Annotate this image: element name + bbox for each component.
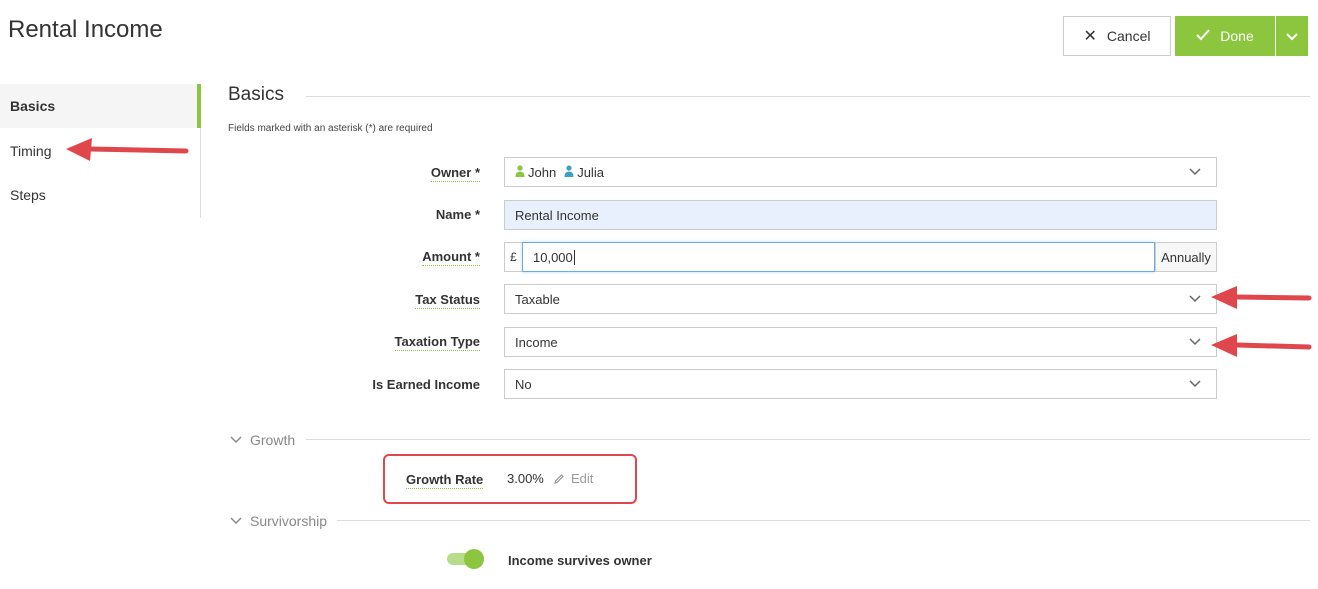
- name-label: Name *: [435, 207, 480, 222]
- growth-rate-label: Growth Rate: [406, 472, 484, 489]
- cancel-label: Cancel: [1106, 28, 1151, 44]
- taxation-type-value: Income: [515, 334, 558, 350]
- chevron-down-icon: [230, 517, 242, 525]
- sidebar-item-steps[interactable]: Steps: [0, 173, 199, 217]
- amount-value: 10,000: [533, 249, 573, 265]
- annotation-arrow-icon: [66, 138, 189, 161]
- name-value: Rental Income: [515, 207, 599, 223]
- annotation-arrow-icon: [1211, 286, 1312, 309]
- chevron-down-icon: [1286, 28, 1298, 44]
- text-cursor: [573, 249, 575, 265]
- growth-divider: [306, 439, 1310, 440]
- growth-rate-edit-link[interactable]: Edit: [553, 471, 593, 486]
- growth-section-title: Growth: [250, 432, 296, 448]
- done-button[interactable]: Done: [1175, 16, 1275, 56]
- tax-status-value: Taxable: [515, 291, 560, 307]
- chevron-down-icon: [230, 436, 242, 444]
- chevron-down-icon: [1189, 168, 1201, 176]
- growth-section-toggle[interactable]: Growth: [230, 432, 295, 448]
- name-input[interactable]: Rental Income: [504, 200, 1217, 230]
- tax-status-select[interactable]: Taxable: [504, 284, 1217, 314]
- sidebar-item-basics[interactable]: Basics: [0, 84, 201, 128]
- annotation-arrow-icon: [1211, 334, 1312, 357]
- is-earned-income-label: Is Earned Income: [372, 377, 480, 392]
- income-survives-label: Income survives owner: [508, 553, 652, 568]
- income-survives-toggle[interactable]: [447, 549, 484, 569]
- owner-label: Owner *: [430, 165, 480, 182]
- is-earned-income-select[interactable]: No: [504, 369, 1217, 399]
- person-icon: [564, 164, 577, 180]
- page-title: Rental Income: [8, 16, 163, 43]
- frequency-suffix[interactable]: Annually: [1155, 242, 1217, 272]
- is-earned-income-value: No: [515, 376, 532, 392]
- owner-select[interactable]: John Julia: [504, 157, 1217, 187]
- check-icon: [1196, 28, 1211, 44]
- tax-status-label: Tax Status: [415, 292, 480, 309]
- done-dropdown-button[interactable]: [1276, 16, 1308, 56]
- chevron-down-icon: [1189, 380, 1201, 388]
- edit-label: Edit: [571, 471, 594, 486]
- cancel-button[interactable]: ✕ Cancel: [1063, 16, 1171, 56]
- survivorship-section-title: Survivorship: [250, 513, 328, 529]
- close-icon: ✕: [1083, 28, 1097, 45]
- survivorship-divider: [337, 520, 1310, 521]
- section-divider: [306, 96, 1310, 97]
- done-label: Done: [1220, 28, 1254, 44]
- section-title: Basics: [228, 84, 284, 105]
- growth-rate-value: 3.00%: [507, 471, 544, 486]
- required-fields-note: Fields marked with an asterisk (*) are r…: [228, 123, 433, 134]
- sidebar-item-label: Basics: [10, 98, 56, 114]
- toggle-knob: [464, 549, 484, 569]
- pencil-icon: [554, 473, 564, 484]
- sidebar-item-label: Steps: [10, 187, 46, 203]
- owner-chip-julia: Julia: [577, 164, 604, 180]
- person-icon: [515, 164, 528, 180]
- currency-prefix: £: [504, 242, 522, 272]
- sidebar-item-label: Timing: [10, 143, 52, 159]
- survivorship-section-toggle[interactable]: Survivorship: [230, 513, 327, 529]
- taxation-type-label: Taxation Type: [394, 334, 480, 351]
- owner-chip-john: John: [528, 164, 557, 180]
- amount-label: Amount *: [422, 249, 480, 266]
- chevron-down-icon: [1189, 295, 1201, 303]
- amount-input[interactable]: 10,000: [522, 242, 1155, 272]
- chevron-down-icon: [1189, 338, 1201, 346]
- taxation-type-select[interactable]: Income: [504, 327, 1217, 357]
